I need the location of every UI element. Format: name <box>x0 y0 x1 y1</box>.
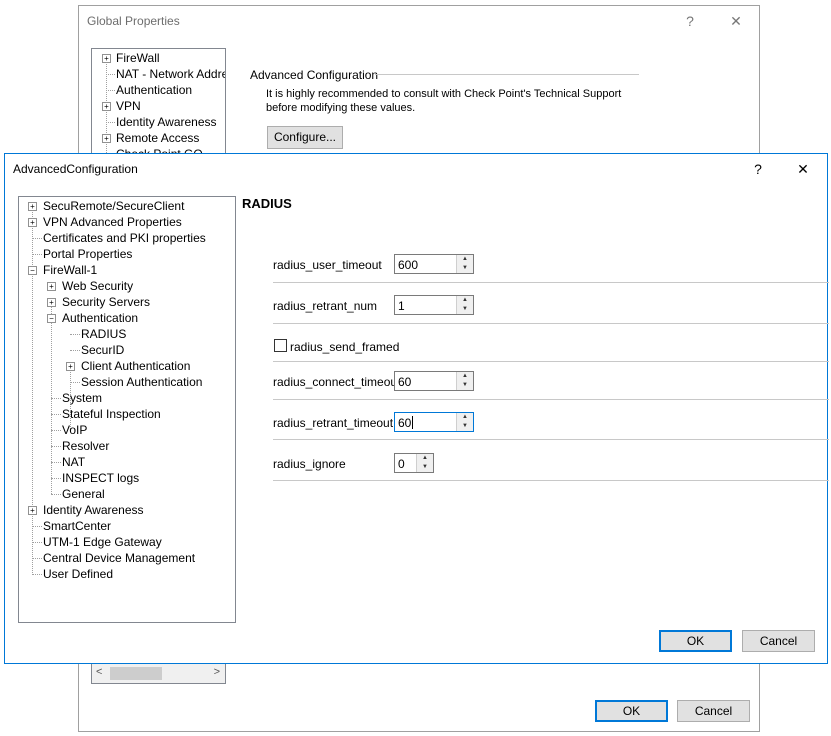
advanced-configuration-warning-line1: It is highly recommended to consult with… <box>266 88 622 100</box>
expand-icon[interactable]: + <box>102 102 111 111</box>
adv-tree-label: Authentication <box>62 311 139 325</box>
adv-tree-label: Stateful Inspection <box>62 407 161 421</box>
adv-help-button[interactable]: ? <box>743 158 773 180</box>
radius-retrant-timeout-spinner[interactable]: 60 ▲ ▼ <box>394 412 474 432</box>
adv-tree-label: SmartCenter <box>43 519 112 533</box>
advanced-configuration-dialog: AdvancedConfiguration ? ✕ + SecuRemote/S… <box>4 153 829 664</box>
radius-connect-timeout-label: radius_connect_timeout <box>273 375 401 389</box>
radius-retrant-num-spinner[interactable]: 1 ▲ ▼ <box>394 295 474 315</box>
adv-tree-label: UTM-1 Edge Gateway <box>43 535 162 549</box>
expand-icon[interactable]: + <box>28 506 37 515</box>
adv-tree-label: SecuRemote/SecureClient <box>43 199 185 213</box>
spin-down-icon[interactable]: ▼ <box>457 264 473 273</box>
spinner-value: 0 <box>398 457 405 471</box>
adv-tree-label: VPN Advanced Properties <box>43 215 182 229</box>
spinner-value: 60 <box>398 416 412 430</box>
adv-tree-label: Identity Awareness <box>43 503 144 517</box>
scroll-thumb[interactable] <box>110 667 162 680</box>
adv-close-button[interactable]: ✕ <box>788 158 818 180</box>
adv-tree-label: Web Security <box>62 279 134 293</box>
adv-tree-label: Central Device Management <box>43 551 196 565</box>
global-tree-label: Remote Access <box>116 131 200 145</box>
adv-tree: + SecuRemote/SecureClient + VPN Advanced… <box>18 196 236 623</box>
radius-send-framed-checkbox[interactable] <box>274 339 287 352</box>
adv-tree-label: General <box>62 487 105 501</box>
advanced-configuration-divider <box>375 74 639 75</box>
text-caret <box>412 416 413 429</box>
global-tree-label: NAT - Network Addres <box>116 67 226 81</box>
spin-down-icon[interactable]: ▼ <box>457 381 473 390</box>
scroll-right-icon[interactable]: > <box>214 666 220 678</box>
radius-user-timeout-label: radius_user_timeout <box>273 258 382 272</box>
adv-title: AdvancedConfiguration <box>13 162 138 176</box>
adv-tree-label: RADIUS <box>81 327 127 341</box>
adv-tree-label: Security Servers <box>62 295 151 309</box>
expand-icon[interactable]: + <box>102 54 111 63</box>
expand-icon[interactable]: + <box>47 282 56 291</box>
global-tree-label: Authentication <box>116 83 193 97</box>
global-tree-hscrollbar[interactable]: < > <box>91 663 226 684</box>
advanced-configuration-warning-line2: before modifying these values. <box>266 102 416 114</box>
adv-tree-label: System <box>62 391 103 405</box>
adv-tree-label: User Defined <box>43 567 114 581</box>
adv-tree-label: Certificates and PKI properties <box>43 231 206 245</box>
spinner-value: 1 <box>398 299 405 313</box>
expand-icon[interactable]: + <box>102 134 111 143</box>
advanced-configuration-header: Advanced Configuration <box>250 68 379 82</box>
radius-user-timeout-spinner[interactable]: 600 ▲ ▼ <box>394 254 474 274</box>
global-tree: + FireWall NAT - Network Addres Authenti… <box>91 48 226 154</box>
global-close-button[interactable]: ✕ <box>721 10 751 32</box>
section-title: RADIUS <box>242 196 292 211</box>
adv-tree-label: Session Authentication <box>81 375 203 389</box>
spinner-value: 600 <box>398 258 419 272</box>
radius-connect-timeout-spinner[interactable]: 60 ▲ ▼ <box>394 371 474 391</box>
spin-down-icon[interactable]: ▼ <box>457 422 473 431</box>
collapse-icon[interactable]: − <box>28 266 37 275</box>
radius-ignore-label: radius_ignore <box>273 457 346 471</box>
radius-retrant-timeout-label: radius_retrant_timeout <box>273 416 394 430</box>
adv-ok-button[interactable]: OK <box>659 630 732 652</box>
spinner-value: 60 <box>398 375 412 389</box>
global-title: Global Properties <box>87 14 180 28</box>
adv-title-bar: AdvancedConfiguration ? ✕ <box>5 154 827 184</box>
global-tree-label: FireWall <box>116 51 160 65</box>
global-title-bar: Global Properties ? ✕ <box>79 6 759 36</box>
spin-down-icon[interactable]: ▼ <box>417 463 433 472</box>
radius-send-framed-label[interactable]: radius_send_framed <box>290 340 399 354</box>
spin-down-icon[interactable]: ▼ <box>457 305 473 314</box>
radius-ignore-spinner[interactable]: 0 ▲ ▼ <box>394 453 434 473</box>
adv-tree-label: Resolver <box>62 439 110 453</box>
adv-tree-label: INSPECT logs <box>62 471 140 485</box>
configure-button[interactable]: Configure... <box>267 126 343 149</box>
adv-tree-label: Client Authentication <box>81 359 191 373</box>
adv-tree-label: SecurID <box>81 343 125 357</box>
expand-icon[interactable]: + <box>28 218 37 227</box>
adv-tree-label: NAT <box>62 455 86 469</box>
expand-icon[interactable]: + <box>28 202 37 211</box>
adv-tree-label: FireWall-1 <box>43 263 98 277</box>
scroll-left-icon[interactable]: < <box>96 666 102 678</box>
expand-icon[interactable]: + <box>66 362 75 371</box>
expand-icon[interactable]: + <box>47 298 56 307</box>
global-cancel-button[interactable]: Cancel <box>677 700 750 722</box>
adv-tree-label: VoIP <box>62 423 88 437</box>
adv-cancel-button[interactable]: Cancel <box>742 630 815 652</box>
global-ok-button[interactable]: OK <box>595 700 668 722</box>
global-tree-label: Identity Awareness <box>116 115 217 129</box>
collapse-icon[interactable]: − <box>47 314 56 323</box>
global-tree-label: VPN <box>116 99 141 113</box>
radius-retrant-num-label: radius_retrant_num <box>273 299 378 313</box>
global-help-button[interactable]: ? <box>675 10 705 32</box>
adv-tree-label: Portal Properties <box>43 247 133 261</box>
